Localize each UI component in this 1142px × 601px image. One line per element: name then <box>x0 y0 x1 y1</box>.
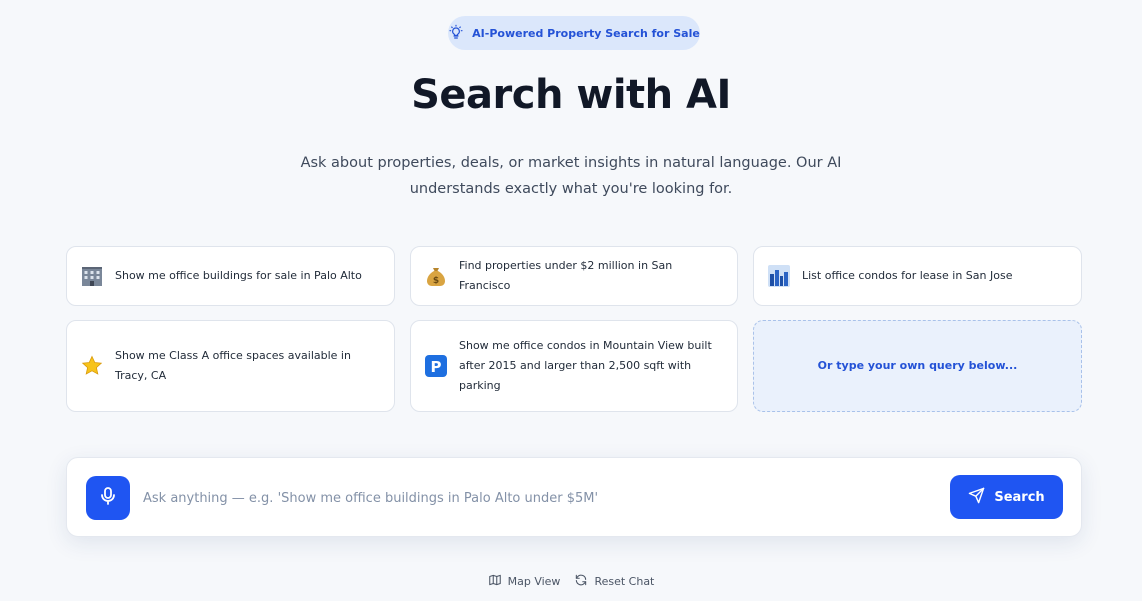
microphone-button[interactable] <box>86 476 130 520</box>
search-button-label: Search <box>994 489 1045 505</box>
suggestion-text: Show me office condos in Mountain View b… <box>459 339 712 392</box>
suggestion-card[interactable]: Show me Class A office spaces available … <box>66 320 395 412</box>
custom-query-card[interactable]: Or type your own query below... <box>753 320 1082 412</box>
map-icon <box>488 573 502 590</box>
send-icon <box>968 487 985 508</box>
search-input[interactable] <box>143 480 933 516</box>
suggestion-card[interactable]: P Show me office condos in Mountain View… <box>410 320 738 412</box>
svg-text:$: $ <box>433 276 439 286</box>
office-building-icon <box>81 265 103 287</box>
suggestion-text: Show me Class A office spaces available … <box>115 349 351 382</box>
parking-icon: P <box>425 355 447 377</box>
svg-text:P: P <box>431 358 442 376</box>
lightbulb-icon <box>448 24 464 43</box>
map-view-label: Map View <box>507 575 561 588</box>
suggestion-text: List office condos for lease in San Jose <box>802 269 1013 282</box>
footer-links: Map View Reset Chat <box>0 573 1142 590</box>
suggestion-card[interactable]: List office condos for lease in San Jose <box>753 246 1082 306</box>
suggestion-text: Find properties under $2 million in San … <box>459 259 673 292</box>
cityscape-icon <box>768 265 790 287</box>
map-view-link[interactable]: Map View <box>488 573 561 590</box>
ai-search-page: AI-Powered Property Search for Sale Sear… <box>0 0 1142 601</box>
reset-chat-label: Reset Chat <box>594 575 655 588</box>
page-subtitle: Ask about properties, deals, or market i… <box>300 155 842 197</box>
ai-badge-label: AI-Powered Property Search for Sale <box>472 26 700 40</box>
search-bar: Search <box>66 457 1082 537</box>
money-bag-icon: $ <box>425 265 447 287</box>
star-icon <box>81 355 103 377</box>
refresh-icon <box>574 573 588 590</box>
suggestion-text: Show me office buildings for sale in Pal… <box>115 269 362 282</box>
search-button[interactable]: Search <box>950 475 1063 519</box>
suggestion-card[interactable]: $ Find properties under $2 million in Sa… <box>410 246 738 306</box>
ai-badge: AI-Powered Property Search for Sale <box>448 16 700 50</box>
reset-chat-link[interactable]: Reset Chat <box>574 573 654 590</box>
microphone-icon <box>100 487 116 509</box>
suggestion-card[interactable]: Show me office buildings for sale in Pal… <box>66 246 395 306</box>
custom-query-hint: Or type your own query below... <box>817 359 1018 372</box>
page-title: Search with AI <box>411 72 731 118</box>
